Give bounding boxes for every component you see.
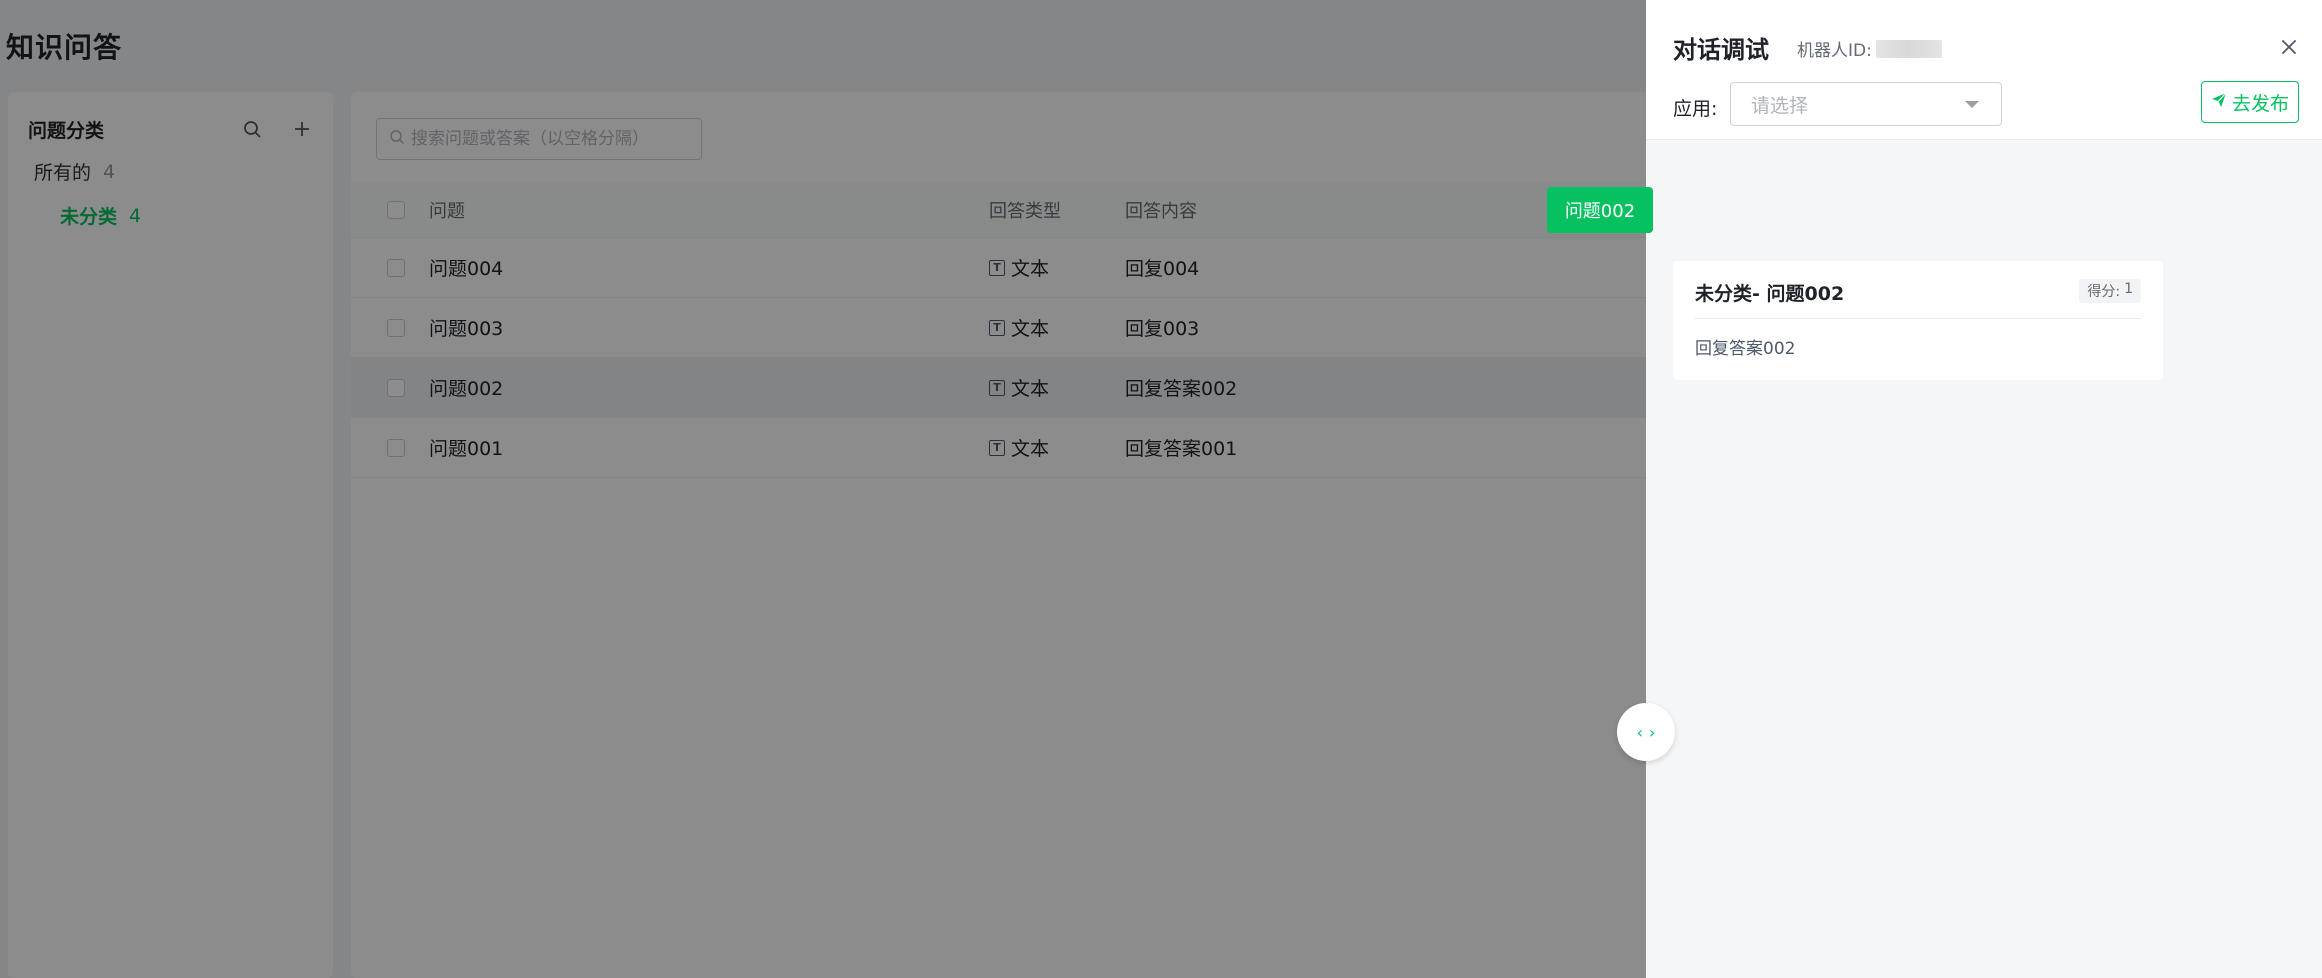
drawer-title: 对话调试 (1673, 36, 1769, 64)
send-icon (2211, 91, 2227, 113)
user-message-bubble: 问题002 (1547, 187, 1653, 233)
drawer-header: 对话调试 机器人ID: 应用: 请选择 去发布 (1646, 0, 2322, 140)
publish-label: 去发布 (2231, 92, 2289, 115)
caret-down-icon (1965, 101, 1979, 108)
debug-drawer: 对话调试 机器人ID: 应用: 请选择 去发布 (1646, 0, 2322, 978)
publish-button[interactable]: 去发布 (2201, 81, 2299, 123)
user-message-text: 问题002 (1564, 201, 1636, 222)
bot-reply-card: 未分类- 问题002 得分: 1 回复答案002 (1673, 261, 2163, 380)
modal-overlay[interactable] (0, 0, 1646, 978)
reply-header: 未分类- 问题002 得分: 1 (1695, 279, 2141, 319)
reply-answer: 回复答案002 (1695, 339, 1796, 359)
app-label: 应用: (1673, 98, 1718, 120)
app-select-placeholder: 请选择 (1751, 94, 1809, 117)
reply-title: 未分类- 问题002 (1695, 283, 1845, 305)
drawer-toggle-button[interactable]: ‹ › (1617, 703, 1675, 761)
score-label: 得分: (2087, 284, 2121, 300)
close-icon[interactable] (2278, 36, 2300, 58)
score-value: 1 (2124, 281, 2133, 297)
chevron-right-icon: › (1649, 722, 1656, 742)
app-select[interactable]: 请选择 (1730, 82, 2002, 126)
bot-id-value (1875, 39, 1942, 58)
chevron-left-icon: ‹ (1636, 722, 1643, 742)
bot-id-label: 机器人ID: (1797, 41, 1872, 61)
bot-id: 机器人ID: (1797, 36, 1942, 61)
score-badge: 得分: 1 (2079, 279, 2141, 303)
